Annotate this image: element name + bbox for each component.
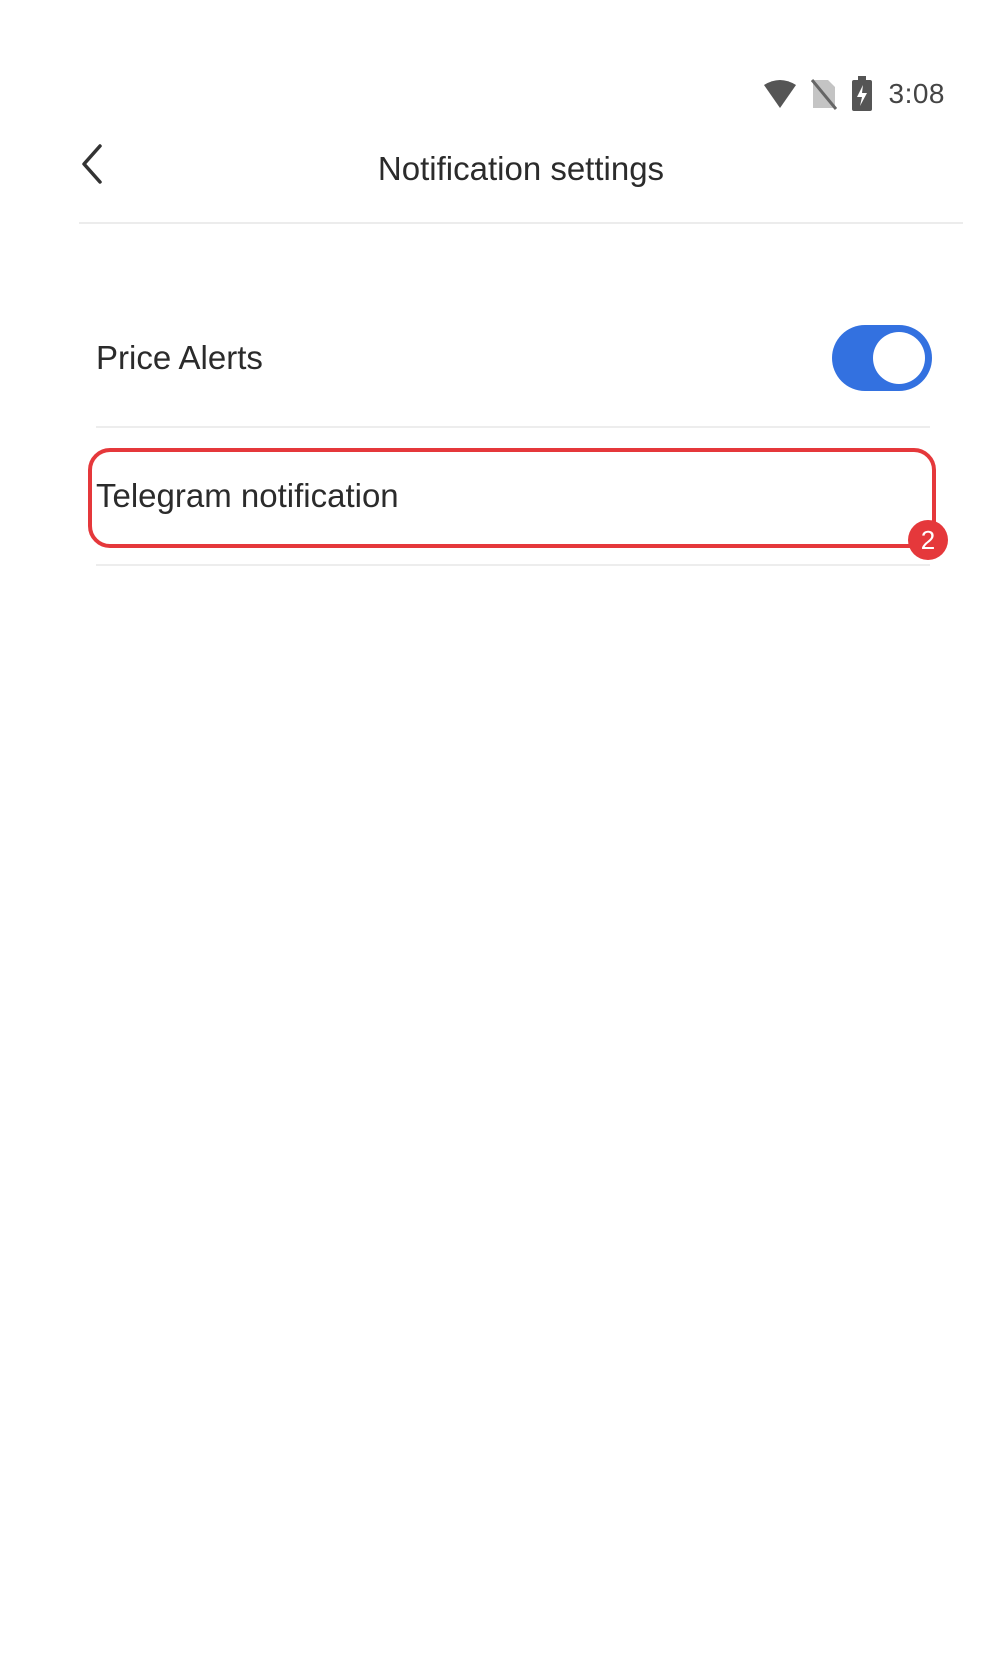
setting-label-price-alerts: Price Alerts [96, 339, 263, 376]
chevron-left-icon [79, 142, 105, 191]
status-bar: 3:08 [763, 72, 946, 116]
settings-list: Price Alerts Telegram notification [96, 290, 932, 566]
no-sim-icon [810, 78, 837, 110]
toggle-knob [873, 332, 925, 384]
setting-row-telegram-notification[interactable]: Telegram notification [96, 428, 930, 566]
setting-label-telegram-notification: Telegram notification [96, 477, 399, 514]
page-title: Notification settings [377, 150, 665, 187]
header: Notification settings [79, 130, 963, 224]
price-alerts-toggle[interactable] [832, 325, 932, 391]
battery-charging-icon [851, 76, 873, 112]
setting-row-price-alerts[interactable]: Price Alerts [96, 290, 932, 428]
back-button[interactable] [79, 136, 139, 196]
wifi-icon [763, 79, 797, 109]
status-time: 3:08 [888, 78, 945, 109]
